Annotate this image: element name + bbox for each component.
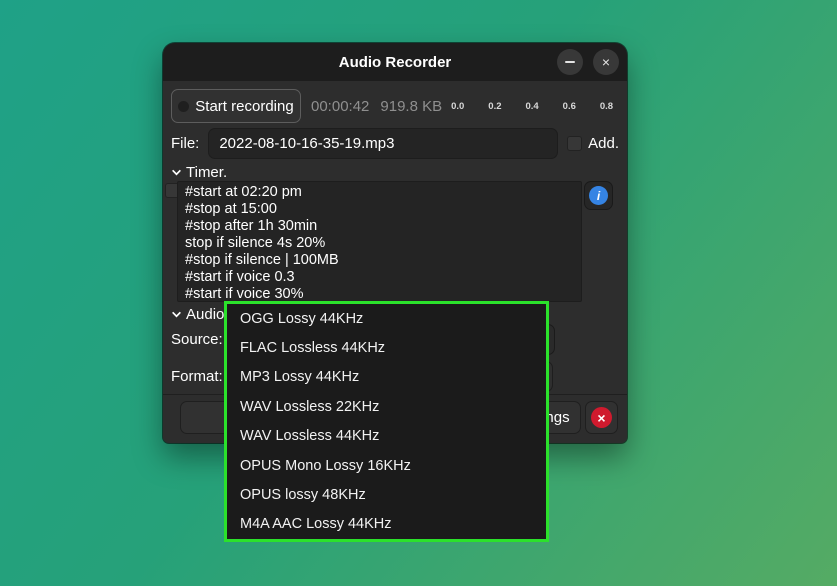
start-recording-button[interactable]: Start recording — [171, 89, 301, 123]
chevron-down-icon — [171, 167, 182, 178]
menu-item-wav44[interactable]: WAV Lossless 44KHz — [227, 422, 546, 451]
timer-info-button[interactable]: i — [584, 181, 613, 210]
elapsed-time: 00:00:42 — [311, 98, 369, 115]
toolbar: Start recording 00:00:42 919.8 KB 0.0 0.… — [171, 89, 619, 123]
menu-item-m4a[interactable]: M4A AAC Lossy 44KHz — [227, 510, 546, 539]
meter-tick: 0.0 — [451, 101, 464, 112]
meter-tick: 0.2 — [488, 101, 501, 112]
titlebar[interactable]: Audio Recorder × — [163, 43, 627, 81]
minimize-icon — [565, 61, 575, 63]
close-button[interactable]: × — [593, 49, 619, 75]
menu-item-opus48[interactable]: OPUS lossy 48KHz — [227, 480, 546, 509]
timer-line: stop if silence 4s 20% — [185, 235, 581, 252]
menu-item-ogg[interactable]: OGG Lossy 44KHz — [227, 304, 546, 333]
record-icon — [178, 101, 189, 112]
menu-item-opus16[interactable]: OPUS Mono Lossy 16KHz — [227, 451, 546, 480]
timer-line: #stop at 15:00 — [185, 201, 581, 218]
timer-expander[interactable]: Timer. — [171, 164, 227, 181]
desktop-background: Audio Recorder × Start recording 00:00:4… — [0, 0, 837, 586]
timer-line: #start at 02:20 pm — [185, 184, 581, 201]
meter-tick: 0.8 — [600, 101, 613, 112]
timer-line: #start if voice 30% — [185, 286, 581, 302]
timer-commands-textarea[interactable]: #start at 02:20 pm #stop at 15:00 #stop … — [177, 181, 582, 302]
audio-expander-label: Audio — [186, 306, 224, 323]
file-row: File: 2022-08-10-16-35-19.mp3 Add. — [171, 128, 619, 159]
menu-item-flac[interactable]: FLAC Lossless 44KHz — [227, 333, 546, 362]
quit-button[interactable]: × — [585, 401, 618, 434]
meter-tick: 0.4 — [525, 101, 538, 112]
meter-tick: 0.6 — [563, 101, 576, 112]
minimize-button[interactable] — [557, 49, 583, 75]
timer-line: #stop if silence | 100MB — [185, 252, 581, 269]
recorded-size: 919.8 KB — [380, 98, 442, 115]
file-label: File: — [171, 135, 199, 152]
window-title: Audio Recorder — [339, 54, 452, 71]
menu-item-mp3[interactable]: MP3 Lossy 44KHz — [227, 363, 546, 392]
timer-line: #stop after 1h 30min — [185, 218, 581, 235]
timer-line: #start if voice 0.3 — [185, 269, 581, 286]
timer-expander-label: Timer. — [186, 164, 227, 181]
audio-expander[interactable]: Audio — [171, 306, 224, 323]
chevron-down-icon — [171, 309, 182, 320]
start-recording-label: Start recording — [195, 98, 293, 115]
source-label: Source: — [171, 331, 223, 348]
menu-item-wav22[interactable]: WAV Lossless 22KHz — [227, 392, 546, 421]
add-checkbox-label: Add. — [588, 135, 619, 152]
format-label: Format: — [171, 368, 223, 385]
format-dropdown-menu: OGG Lossy 44KHz FLAC Lossless 44KHz MP3 … — [224, 301, 549, 542]
info-icon: i — [589, 186, 608, 205]
quit-icon: × — [591, 407, 612, 428]
close-icon: × — [602, 54, 610, 70]
filename-input[interactable]: 2022-08-10-16-35-19.mp3 — [208, 128, 558, 159]
add-checkbox[interactable] — [567, 136, 582, 151]
level-meter-scale: 0.0 0.2 0.4 0.6 0.8 — [451, 101, 613, 112]
